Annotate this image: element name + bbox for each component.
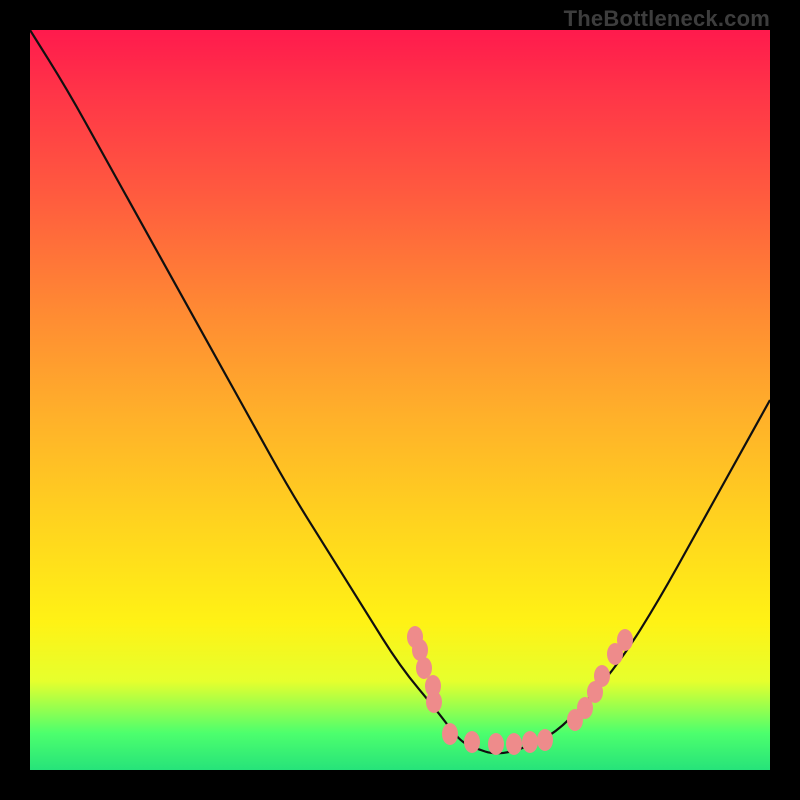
curve-marker xyxy=(522,731,538,753)
curve-marker xyxy=(442,723,458,745)
marker-cluster xyxy=(407,626,633,755)
curve-marker xyxy=(594,665,610,687)
chart-frame: TheBottleneck.com xyxy=(0,0,800,800)
curve-marker xyxy=(426,691,442,713)
curve-marker xyxy=(506,733,522,755)
bottleneck-curve xyxy=(30,30,770,770)
curve-marker xyxy=(617,629,633,651)
curve-marker xyxy=(537,729,553,751)
curve-marker xyxy=(416,657,432,679)
watermark-text: TheBottleneck.com xyxy=(564,6,770,32)
plot-area xyxy=(30,30,770,770)
curve-marker xyxy=(464,731,480,753)
curve-marker xyxy=(488,733,504,755)
